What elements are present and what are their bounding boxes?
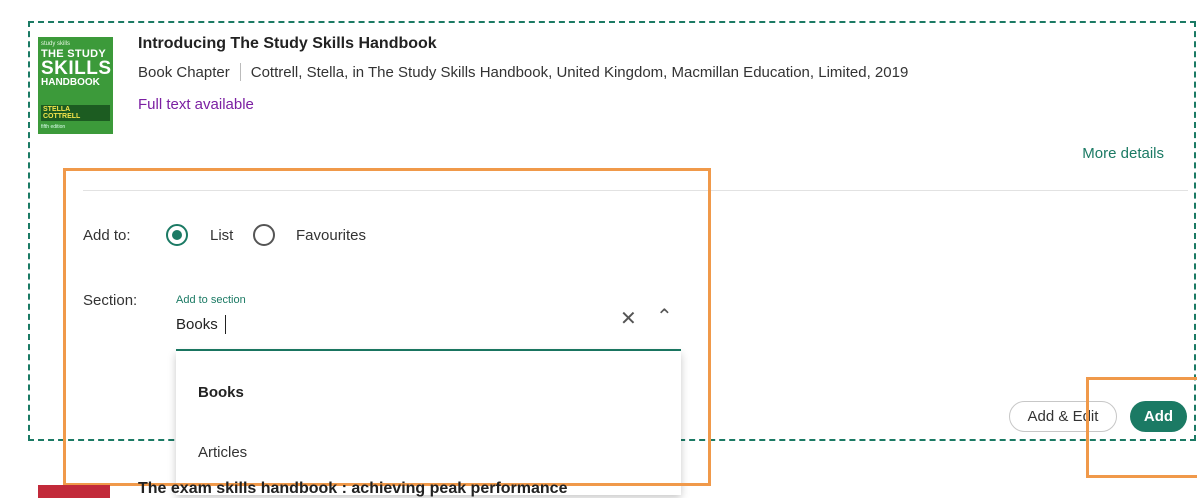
cover-title-line2: SKILLS: [41, 58, 112, 79]
radio-favourites[interactable]: [253, 224, 275, 246]
radio-favourites-label[interactable]: Favourites: [296, 227, 366, 244]
section-field-label: Add to section: [176, 294, 246, 306]
result-type: Book Chapter: [138, 63, 230, 81]
cover-edition: fifth edition: [41, 124, 66, 130]
availability-link[interactable]: Full text available: [138, 96, 254, 113]
add-to-label: Add to:: [83, 227, 131, 244]
text-caret: [225, 315, 226, 334]
book-cover[interactable]: study skills THE STUDY SKILLS HANDBOOK S…: [38, 37, 113, 134]
cover-title-line3: HANDBOOK: [41, 77, 100, 88]
chevron-up-icon[interactable]: ⌃: [656, 304, 673, 329]
result-title[interactable]: Introducing The Study Skills Handbook: [138, 35, 437, 53]
add-button[interactable]: Add: [1130, 401, 1187, 432]
close-icon[interactable]: ✕: [620, 306, 637, 331]
radio-list-label[interactable]: List: [210, 227, 233, 244]
section-label: Section:: [83, 292, 138, 309]
section-dropdown: Books Articles: [176, 351, 681, 495]
more-details-link[interactable]: More details: [1082, 145, 1164, 162]
next-result-cover[interactable]: [38, 485, 110, 498]
add-and-edit-button[interactable]: Add & Edit: [1009, 401, 1117, 432]
result-meta: Book Chapter Cottrell, Stella, in The St…: [138, 63, 908, 81]
dropdown-option-books[interactable]: Books: [198, 384, 244, 401]
meta-separator: [239, 63, 241, 81]
result-citation: Cottrell, Stella, in The Study Skills Ha…: [250, 63, 909, 81]
section-input[interactable]: Books: [176, 316, 218, 333]
radio-list[interactable]: [166, 224, 188, 246]
cover-author: STELLA COTTRELL: [41, 105, 110, 121]
cover-series: study skills: [41, 41, 71, 47]
next-result-title[interactable]: The exam skills handbook : achieving pea…: [138, 480, 567, 498]
dropdown-option-articles[interactable]: Articles: [198, 444, 247, 461]
divider: [83, 190, 1188, 191]
